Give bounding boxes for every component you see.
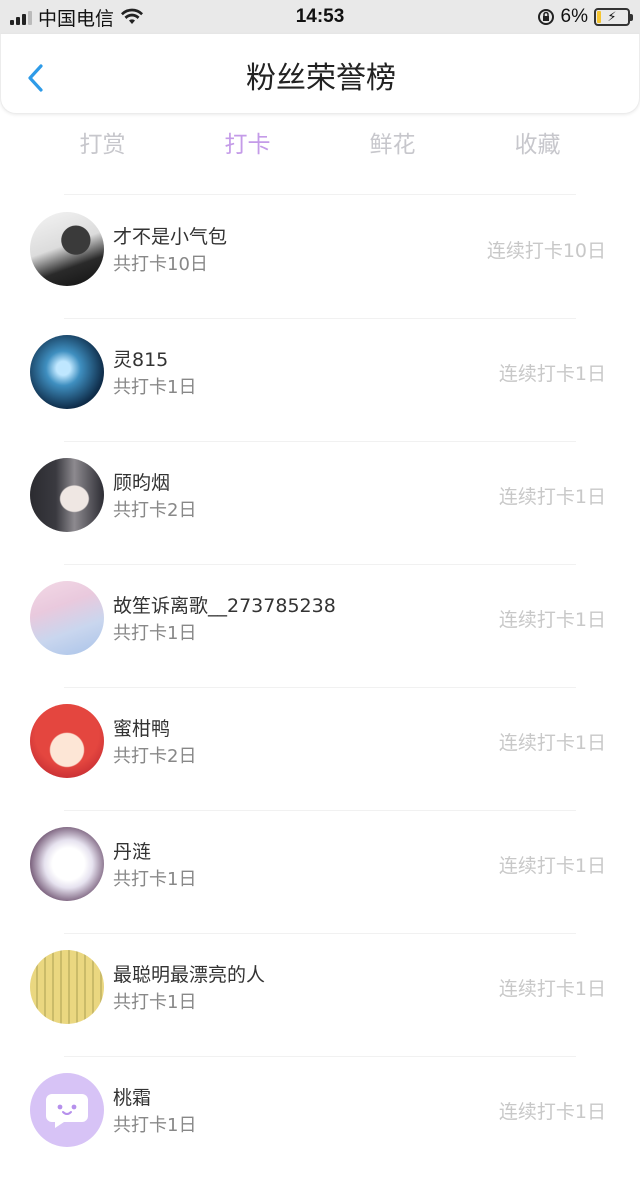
divider: [64, 194, 576, 195]
fan-streak: 连续打卡1日: [498, 486, 606, 508]
status-right: 6% ⚡: [537, 0, 633, 34]
avatar[interactable]: [30, 950, 104, 1024]
battery-percent: 6%: [560, 6, 588, 27]
list-item[interactable]: 才不是小气包 共打卡10日 连续打卡10日: [0, 196, 640, 319]
fan-streak: 连续打卡1日: [498, 609, 606, 631]
fan-name: 蜜柑鸭: [113, 718, 171, 740]
fan-name: 最聪明最漂亮的人: [113, 964, 266, 986]
avatar[interactable]: [30, 827, 104, 901]
list-item[interactable]: 灵815 共打卡1日 连续打卡1日: [0, 319, 640, 442]
fan-total-checkins: 共打卡1日: [113, 869, 197, 890]
fan-total-checkins: 共打卡2日: [113, 746, 197, 767]
nav-bar: 粉丝荣誉榜: [0, 34, 640, 114]
tab-bar: 打赏 打卡 鲜花 收藏: [0, 120, 640, 176]
list-item[interactable]: 顾昀烟 共打卡2日 连续打卡1日: [0, 442, 640, 565]
avatar[interactable]: [30, 581, 104, 655]
tab-reward[interactable]: 打赏: [30, 120, 175, 176]
avatar[interactable]: [30, 1073, 104, 1147]
avatar[interactable]: [30, 704, 104, 778]
fan-total-checkins: 共打卡1日: [113, 1115, 197, 1136]
battery-charging-icon: ⚡: [594, 8, 633, 26]
fan-name: 丹涟: [113, 841, 152, 863]
fan-total-checkins: 共打卡1日: [113, 377, 197, 398]
fan-total-checkins: 共打卡1日: [113, 992, 197, 1013]
fan-name: 才不是小气包: [113, 226, 228, 248]
fan-name: 桃霜: [113, 1087, 152, 1109]
tab-checkin[interactable]: 打卡: [175, 120, 320, 176]
fan-total-checkins: 共打卡2日: [113, 500, 197, 521]
fan-name: 故笙诉离歌__273785238: [113, 595, 336, 617]
list-item[interactable]: 故笙诉离歌__273785238 共打卡1日 连续打卡1日: [0, 565, 640, 688]
status-bar: 中国电信 14:53 6% ⚡: [0, 0, 640, 34]
tab-favorites[interactable]: 收藏: [465, 120, 610, 176]
avatar[interactable]: [30, 458, 104, 532]
fan-streak: 连续打卡1日: [498, 978, 606, 1000]
fan-streak: 连续打卡1日: [498, 363, 606, 385]
fan-streak: 连续打卡1日: [498, 855, 606, 877]
fan-total-checkins: 共打卡10日: [113, 254, 208, 275]
fan-name: 顾昀烟: [113, 472, 171, 494]
rotation-lock-icon: [537, 9, 554, 25]
tab-flowers[interactable]: 鲜花: [320, 120, 465, 176]
list-item[interactable]: 丹涟 共打卡1日 连续打卡1日: [0, 811, 640, 934]
avatar[interactable]: [30, 335, 104, 409]
fan-total-checkins: 共打卡1日: [113, 623, 197, 644]
chat-bubble-icon: [46, 1094, 88, 1128]
fan-streak: 连续打卡10日: [486, 240, 606, 262]
fan-name: 灵815: [113, 349, 169, 371]
fan-list: 才不是小气包 共打卡10日 连续打卡10日 灵815 共打卡1日 连续打卡1日 …: [0, 196, 640, 1180]
list-item[interactable]: 蜜柑鸭 共打卡2日 连续打卡1日: [0, 688, 640, 811]
fan-streak: 连续打卡1日: [498, 732, 606, 754]
list-item[interactable]: 桃霜 共打卡1日 连续打卡1日: [0, 1057, 640, 1180]
fan-streak: 连续打卡1日: [498, 1101, 606, 1123]
page-title: 粉丝荣誉榜: [246, 61, 396, 96]
avatar[interactable]: [30, 212, 104, 286]
list-item[interactable]: 最聪明最漂亮的人 共打卡1日 连续打卡1日: [0, 934, 640, 1057]
